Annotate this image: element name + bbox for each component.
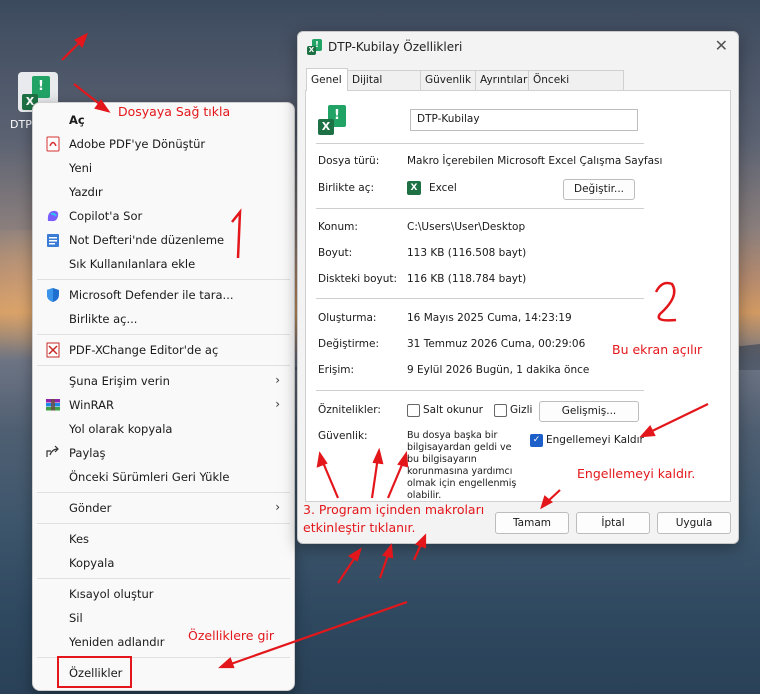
annotation-right-click: Dosyaya Sağ tıkla [118, 104, 231, 119]
annotation-enable-macros-line2: etkinleştir tıklanır. [303, 520, 416, 535]
annotation-enable-macros-line1: 3. Program içinden makroları [303, 502, 485, 517]
annotation-screen-opens: Bu ekran açılır [612, 342, 703, 357]
annotation-go-properties: Özelliklere gir [188, 628, 274, 643]
tab-general[interactable]: Genel [306, 68, 348, 91]
annotation-unblock: Engellemeyi kaldır. [577, 466, 696, 481]
